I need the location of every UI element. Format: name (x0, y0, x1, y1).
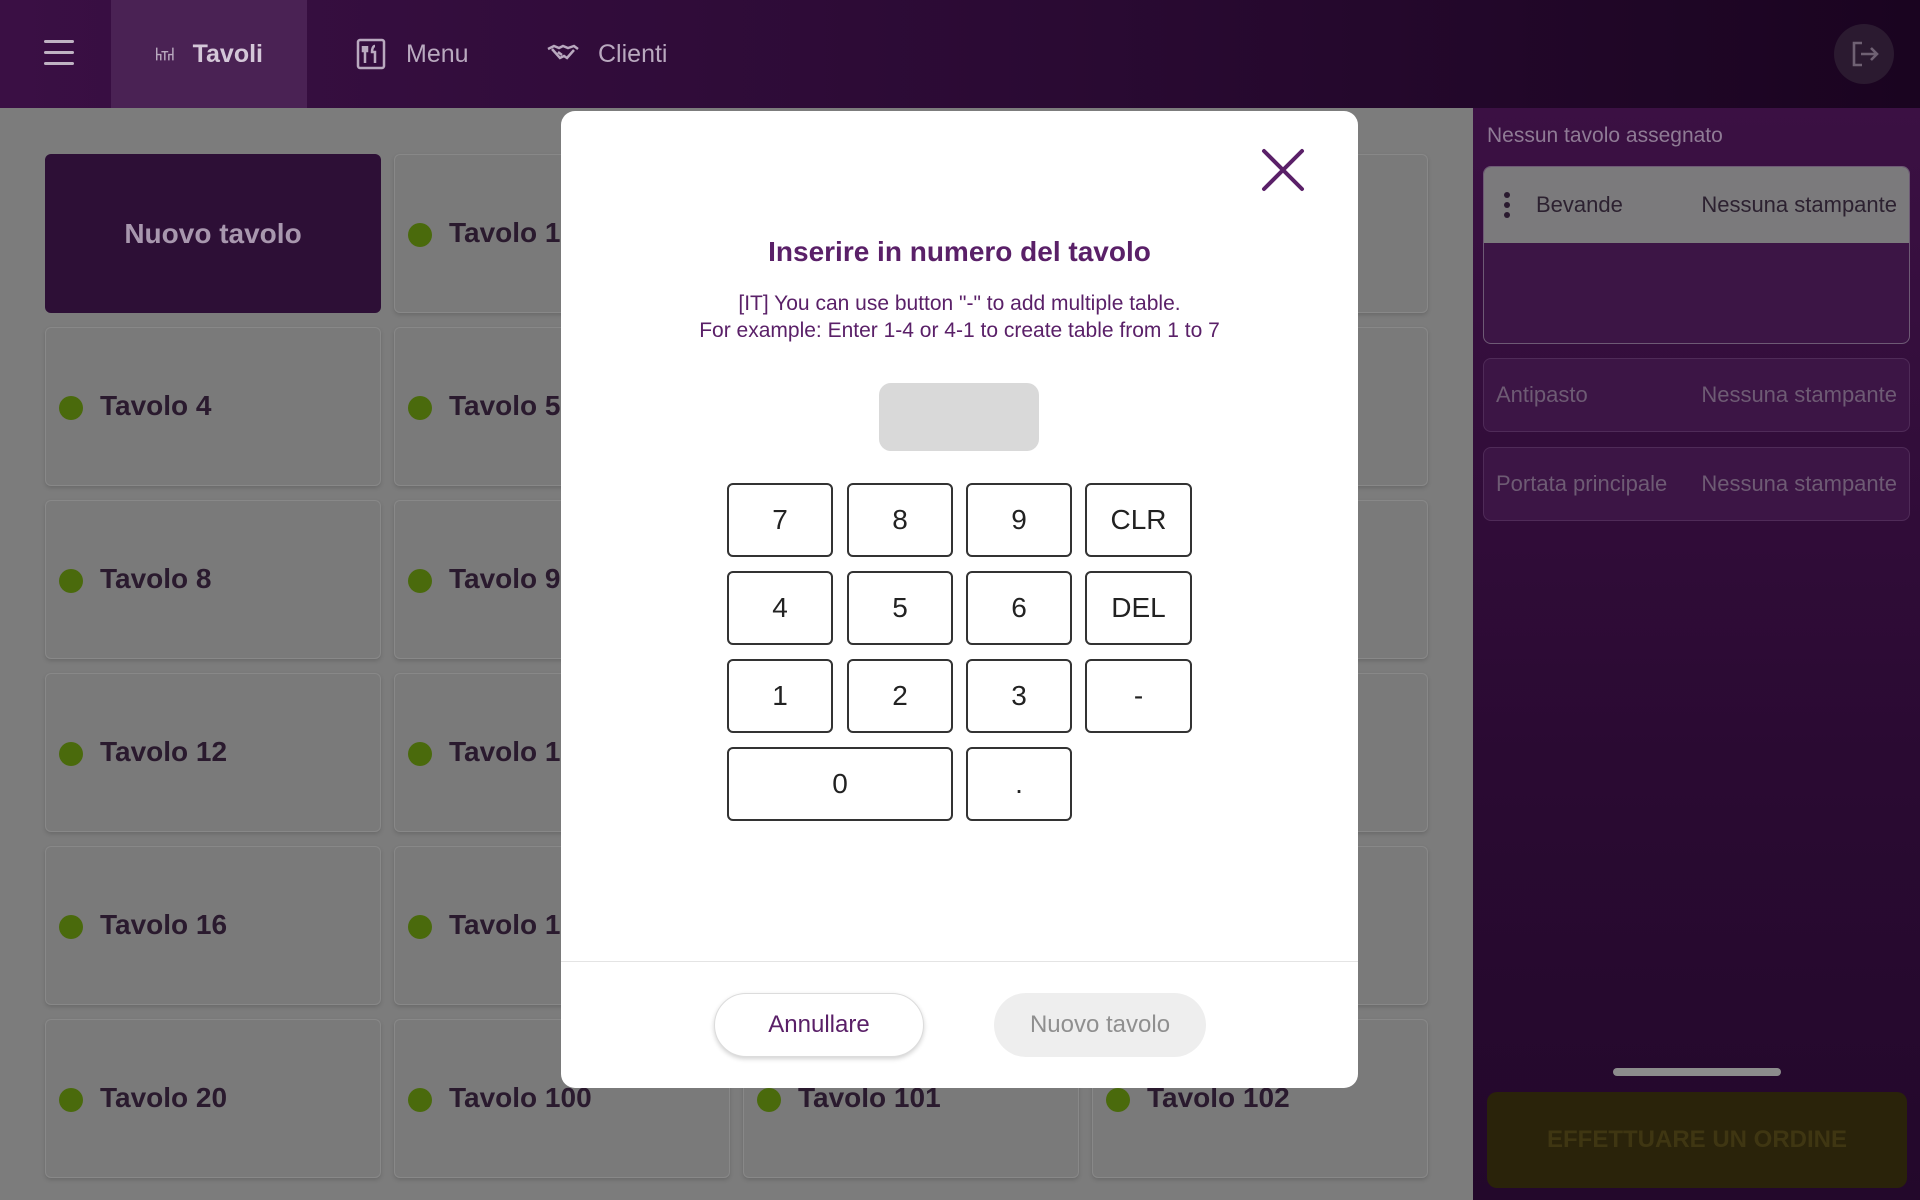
tab-menu[interactable]: Menu (310, 0, 513, 108)
key-dash[interactable]: - (1085, 659, 1192, 733)
key-5[interactable]: 5 (847, 571, 953, 645)
order-panel: Nessun tavolo assegnato Bevande Nessuna … (1473, 108, 1920, 1200)
handshake-icon (547, 44, 579, 60)
table-tile[interactable]: Tavolo 8 (45, 500, 381, 659)
status-dot (408, 1088, 432, 1112)
table-label: Tavolo 9 (449, 563, 561, 594)
status-dot (59, 569, 83, 593)
table-label: Tavolo 8 (100, 563, 212, 594)
tab-tavoli[interactable]: Tavoli (111, 0, 307, 108)
table-label: Tavolo 16 (100, 909, 228, 940)
key-7[interactable]: 7 (727, 483, 833, 557)
create-table-button[interactable]: Nuovo tavolo (994, 993, 1206, 1057)
panel-title: Nessun tavolo assegnato (1487, 124, 1723, 147)
table-label: Tavolo 17 (449, 909, 577, 940)
course-name: Bevande (1536, 192, 1623, 217)
dialog-title: Inserire in numero del tavolo (768, 236, 1151, 267)
new-table-dialog: Inserire in numero del tavolo [IT] You c… (561, 111, 1358, 1088)
status-dot (59, 396, 83, 420)
status-dot (408, 223, 432, 247)
table-tile[interactable]: Tavolo 16 (45, 846, 381, 1005)
course-printer: Nessuna stampante (1701, 192, 1897, 217)
key-6[interactable]: 6 (966, 571, 1072, 645)
status-dot (59, 915, 83, 939)
status-dot (408, 396, 432, 420)
dialog-divider (561, 961, 1358, 962)
place-order-button[interactable]: EFFETTUARE UN ORDINE (1487, 1092, 1907, 1188)
cancel-button[interactable]: Annullare (714, 993, 924, 1057)
key-9[interactable]: 9 (966, 483, 1072, 557)
course-printer: Nessuna stampante (1701, 471, 1897, 496)
table-label: Tavolo 5 (449, 390, 561, 421)
course-printer: Nessuna stampante (1701, 382, 1897, 407)
course-card-antipasto[interactable]: Antipasto Nessuna stampante (1483, 358, 1910, 432)
more-options-icon[interactable] (1504, 192, 1510, 218)
course-name: Portata principale (1496, 471, 1668, 496)
table-label: Tavolo 12 (100, 736, 228, 767)
course-card-portata-principale[interactable]: Portata principale Nessuna stampante (1483, 447, 1910, 521)
status-dot (1106, 1088, 1130, 1112)
table-chairs-icon (156, 47, 174, 61)
top-bar: Tavoli Menu Clienti (0, 0, 1920, 108)
new-table-tile[interactable]: Nuovo tavolo (45, 154, 381, 313)
key-clear[interactable]: CLR (1085, 483, 1192, 557)
key-3[interactable]: 3 (966, 659, 1072, 733)
course-name: Antipasto (1496, 382, 1588, 407)
table-tile[interactable]: Tavolo 20 (45, 1019, 381, 1178)
tab-menu-label: Menu (406, 39, 469, 68)
status-dot (408, 742, 432, 766)
table-label: Tavolo 1 (449, 217, 561, 248)
key-dot[interactable]: . (966, 747, 1072, 821)
table-label: Tavolo 4 (100, 390, 212, 421)
key-0[interactable]: 0 (727, 747, 953, 821)
status-dot (59, 1088, 83, 1112)
table-number-display[interactable] (879, 383, 1039, 451)
hint-line-2: For example: Enter 1-4 or 4-1 to create … (699, 319, 1220, 342)
table-tile[interactable]: Tavolo 4 (45, 327, 381, 486)
logout-icon (1852, 41, 1879, 67)
table-label: Tavolo 13 (449, 736, 577, 767)
logout-button[interactable] (1834, 24, 1894, 84)
status-dot (59, 742, 83, 766)
status-dot (408, 569, 432, 593)
table-label: Tavolo 20 (100, 1082, 228, 1113)
key-2[interactable]: 2 (847, 659, 953, 733)
table-tile[interactable]: Tavolo 12 (45, 673, 381, 832)
home-indicator (1613, 1068, 1781, 1076)
hamburger-menu-icon[interactable] (44, 40, 74, 66)
close-icon[interactable] (1260, 147, 1306, 193)
hint-line-1: [IT] You can use button "-" to add multi… (738, 292, 1181, 315)
status-dot (757, 1088, 781, 1112)
key-4[interactable]: 4 (727, 571, 833, 645)
course-card-bevande[interactable]: Bevande Nessuna stampante (1483, 166, 1910, 344)
status-dot (408, 915, 432, 939)
tab-clienti-label: Clienti (598, 39, 668, 68)
tab-tavoli-label: Tavoli (192, 39, 263, 68)
key-1[interactable]: 1 (727, 659, 833, 733)
tab-clienti[interactable]: Clienti (502, 0, 711, 108)
key-8[interactable]: 8 (847, 483, 953, 557)
key-delete[interactable]: DEL (1085, 571, 1192, 645)
dialog-hint: [IT] You can use button "-" to add multi… (561, 290, 1358, 344)
menu-cutlery-icon (356, 38, 386, 70)
